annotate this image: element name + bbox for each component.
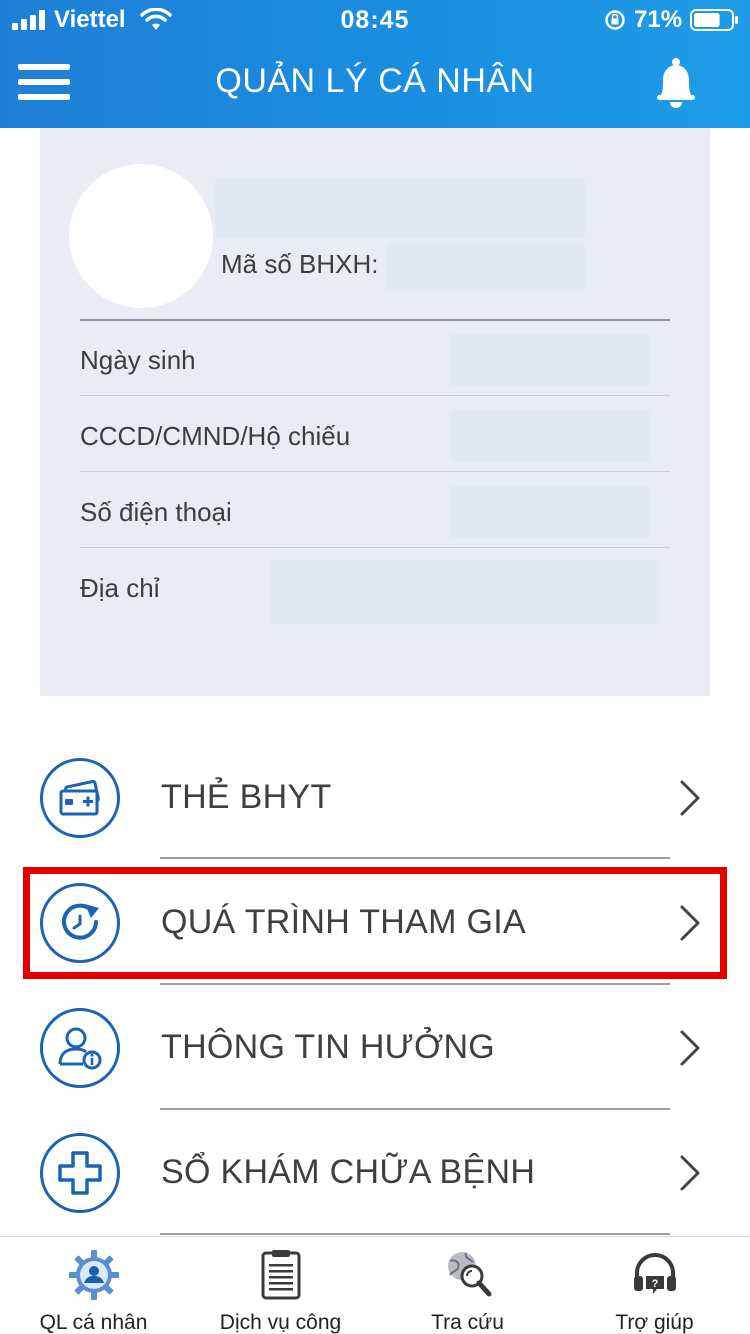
dob-label: Ngày sinh bbox=[80, 345, 196, 375]
bhxh-number-label: Mã số BHXH: bbox=[221, 249, 379, 279]
tab-label: Tra cứu bbox=[431, 1311, 504, 1334]
tab-help[interactable]: ? Trợ giúp bbox=[561, 1237, 748, 1334]
phone-label: Số điện thoại bbox=[80, 497, 232, 527]
redacted-phone bbox=[450, 486, 650, 538]
rotation-lock-icon bbox=[605, 10, 625, 30]
tab-label: QL cá nhân bbox=[39, 1311, 148, 1334]
row-divider bbox=[160, 983, 670, 985]
tab-lookup[interactable]: Tra cứu bbox=[374, 1237, 561, 1334]
medical-cross-icon bbox=[40, 1133, 120, 1213]
redacted-address bbox=[270, 560, 660, 624]
chevron-right-icon bbox=[680, 1030, 700, 1066]
battery-icon bbox=[690, 9, 738, 31]
clipboard-icon bbox=[261, 1250, 301, 1300]
row-divider bbox=[160, 857, 670, 859]
svg-text:?: ? bbox=[652, 1278, 659, 1290]
menu-item-label: THẺ BHYT bbox=[161, 778, 332, 816]
bell-icon[interactable] bbox=[652, 56, 700, 108]
tab-bar: QL cá nhân Dịch vụ công Tra cứu ? Trợ gi… bbox=[0, 1236, 750, 1334]
personal-gear-icon bbox=[69, 1250, 119, 1300]
redacted-id bbox=[450, 410, 650, 462]
chevron-right-icon bbox=[680, 780, 700, 816]
card-divider bbox=[80, 471, 670, 472]
headset-help-icon: ? bbox=[634, 1253, 676, 1294]
row-divider bbox=[160, 1233, 670, 1235]
status-bar: Viettel 08:45 71% bbox=[0, 0, 750, 40]
tab-public-services[interactable]: Dịch vụ công bbox=[187, 1237, 374, 1334]
page-title: QUẢN LÝ CÁ NHÂN bbox=[215, 62, 535, 100]
menu-item-bhyt-card[interactable]: THẺ BHYT bbox=[0, 736, 750, 860]
tab-label: Trợ giúp bbox=[615, 1311, 694, 1334]
health-card-icon bbox=[40, 758, 120, 838]
address-label: Địa chỉ bbox=[80, 573, 160, 603]
highlight-box bbox=[23, 867, 727, 979]
menu-item-label: THÔNG TIN HƯỞNG bbox=[161, 1028, 496, 1066]
battery-percent: 71% bbox=[634, 6, 683, 33]
app-header: Viettel 08:45 71% QUẢN LÝ CÁ NHÂN bbox=[0, 0, 750, 128]
globe-search-icon bbox=[448, 1252, 492, 1297]
profile-card: Mã số BHXH: Ngày sinh CCCD/CMND/Hộ chiếu… bbox=[40, 128, 710, 696]
menu-item-medical-record[interactable]: SỔ KHÁM CHỮA BỆNH bbox=[0, 1111, 750, 1235]
menu-item-benefit-info[interactable]: THÔNG TIN HƯỞNG bbox=[0, 986, 750, 1110]
chevron-right-icon bbox=[680, 1155, 700, 1191]
redacted-name bbox=[215, 178, 585, 238]
user-info-icon bbox=[40, 1008, 120, 1088]
tab-label: Dịch vụ công bbox=[219, 1311, 342, 1334]
card-divider bbox=[80, 547, 670, 548]
row-divider bbox=[160, 1108, 670, 1110]
avatar bbox=[69, 164, 213, 308]
redacted-dob bbox=[450, 334, 650, 386]
tab-personal-management[interactable]: QL cá nhân bbox=[0, 1237, 187, 1334]
menu-item-label: SỔ KHÁM CHỮA BỆNH bbox=[161, 1153, 536, 1191]
redacted-bhxh-number bbox=[385, 243, 585, 291]
card-divider bbox=[80, 395, 670, 396]
id-document-label: CCCD/CMND/Hộ chiếu bbox=[80, 421, 351, 451]
card-divider bbox=[80, 319, 670, 321]
